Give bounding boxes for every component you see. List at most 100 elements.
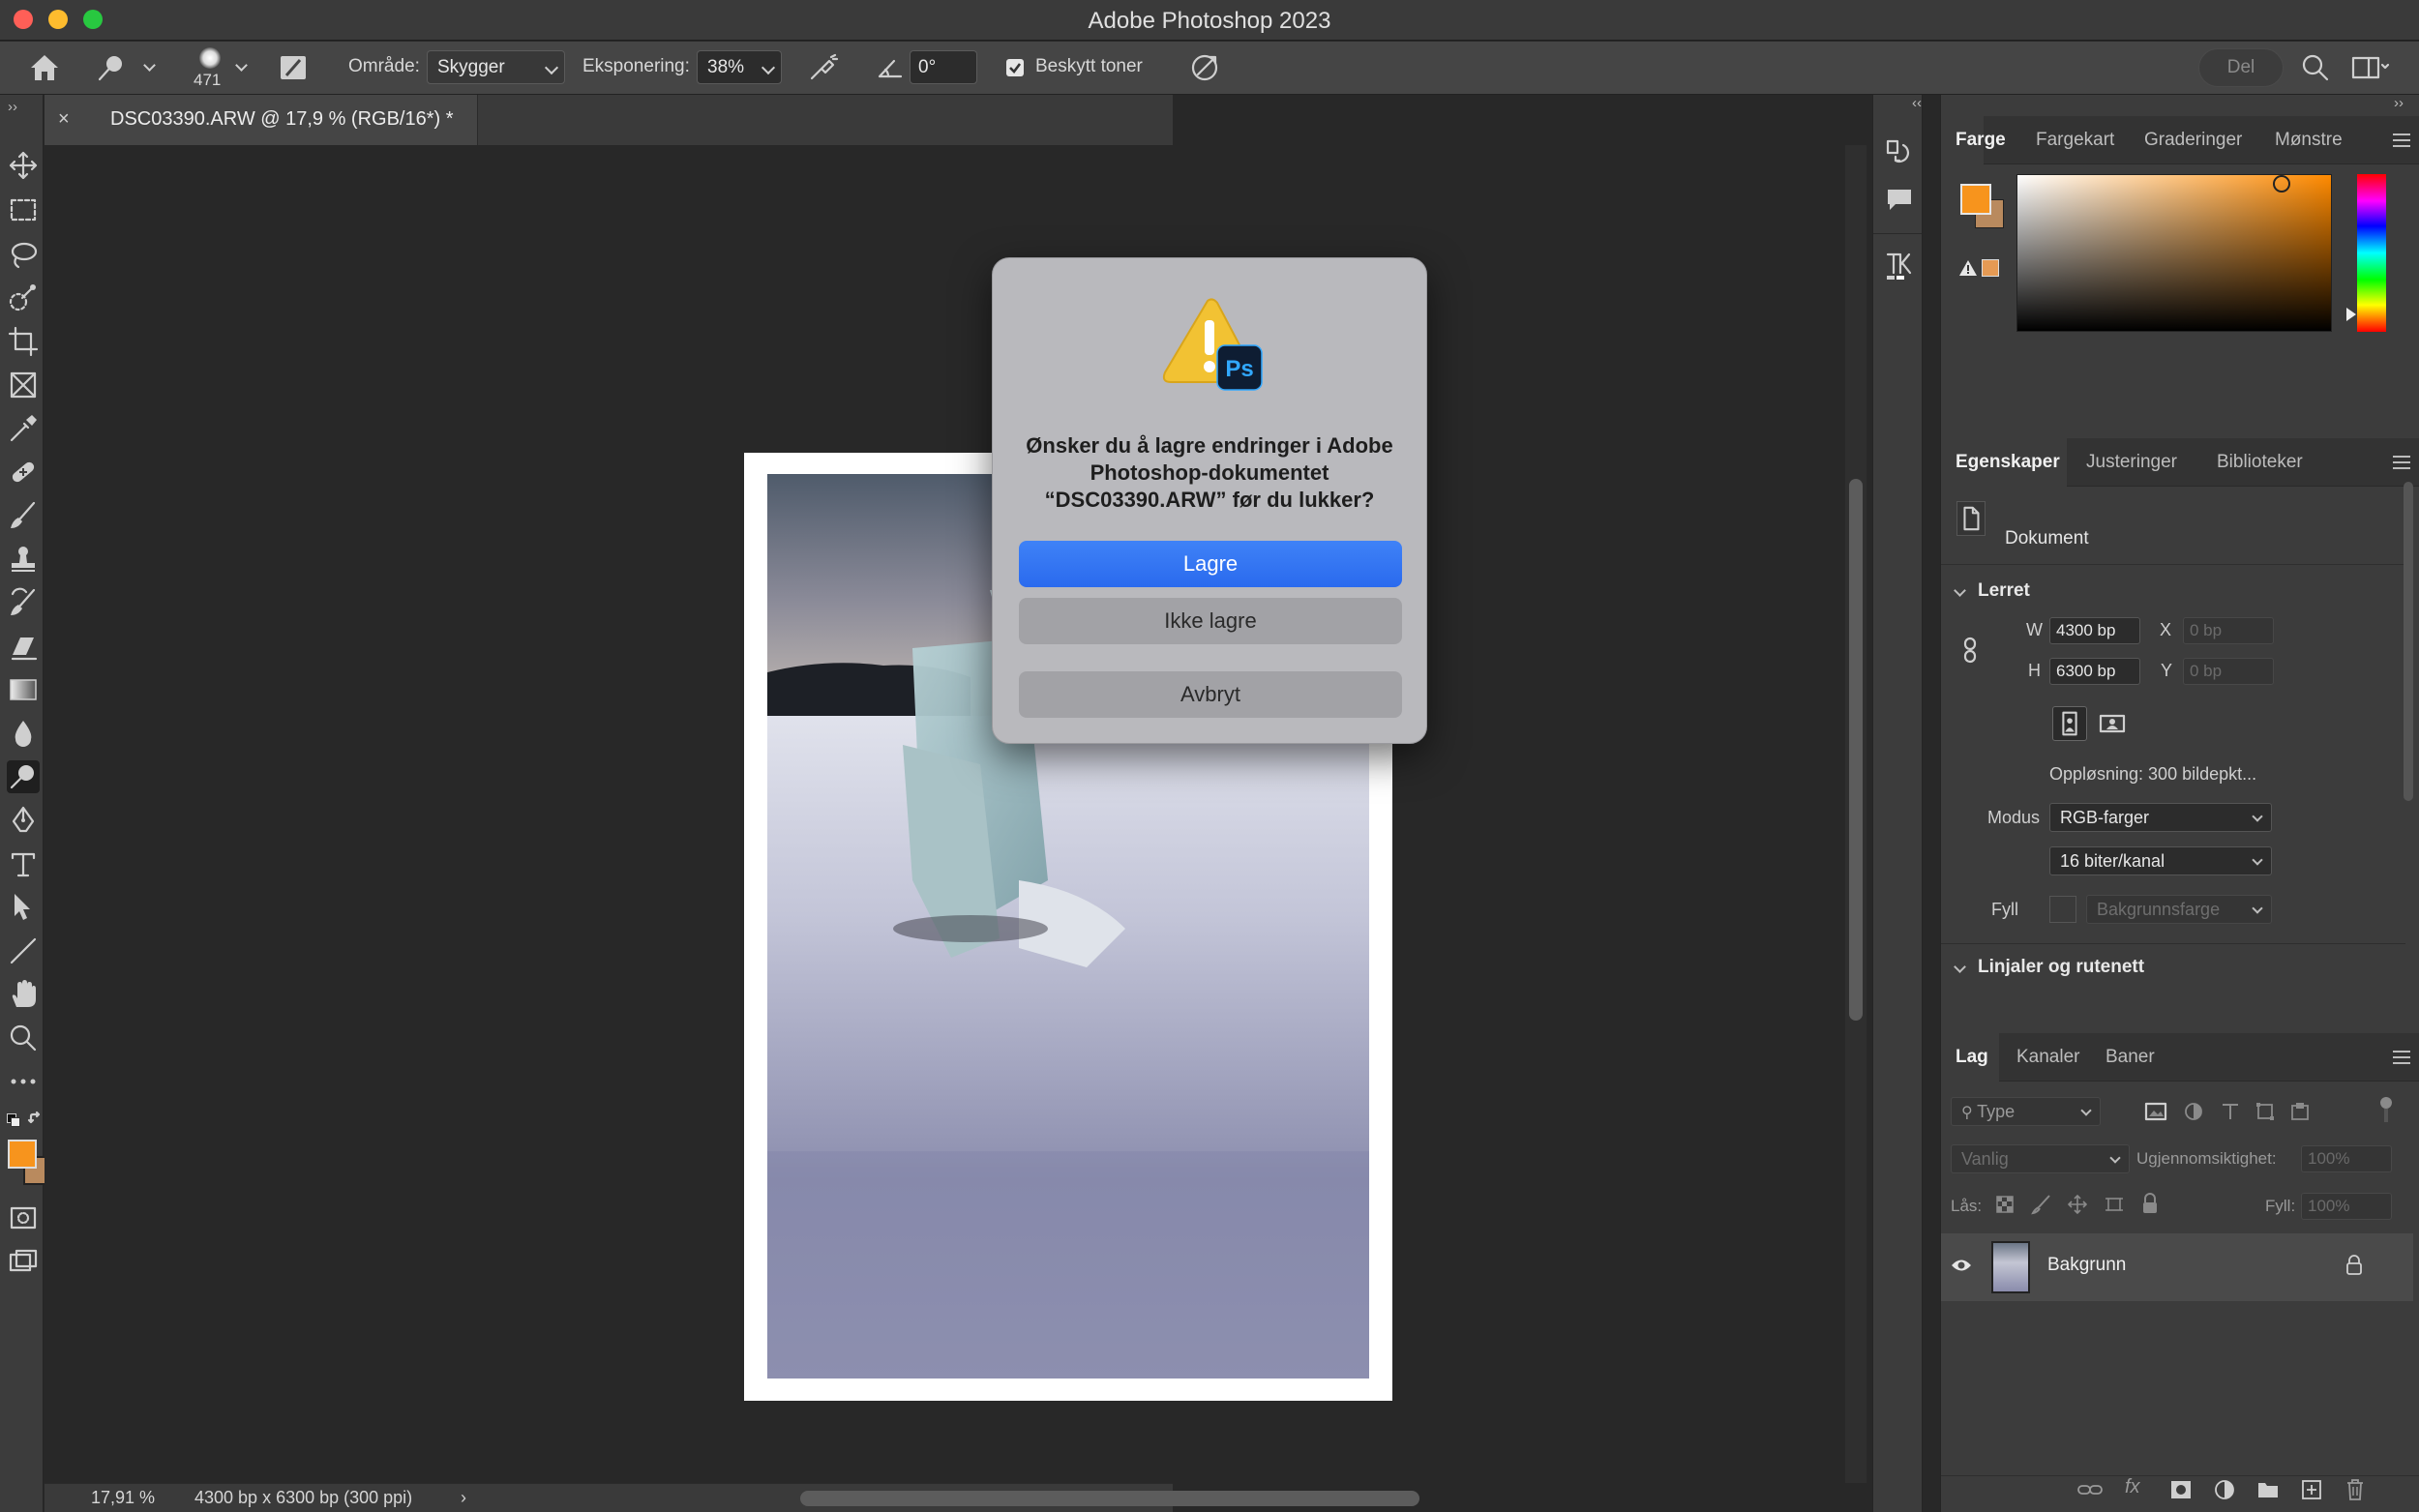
tab-gradients[interactable]: Graderinger [2144, 130, 2242, 151]
crop-tool-icon[interactable] [7, 325, 40, 358]
color-field[interactable] [2016, 174, 2332, 332]
quick-selection-tool-icon[interactable] [7, 282, 40, 314]
tab-patterns[interactable]: Mønstre [2275, 130, 2343, 151]
dodge-tool-icon[interactable] [7, 760, 40, 793]
lock-pixels-icon[interactable] [2030, 1194, 2051, 1215]
eye-icon[interactable] [1951, 1257, 1972, 1274]
collapse-strip-icon[interactable]: ‹‹ [1912, 95, 1922, 111]
document-info[interactable]: 4300 bp x 6300 bp (300 ppi) [194, 1488, 412, 1508]
screen-mode-icon[interactable] [7, 1246, 40, 1279]
airbrush-icon[interactable] [808, 53, 839, 82]
gamut-color-swatch[interactable] [1982, 259, 1999, 277]
lock-position-icon[interactable] [2067, 1194, 2088, 1215]
vertical-scroll-thumb[interactable] [1849, 479, 1863, 1021]
x-field[interactable]: 0 bp [2183, 617, 2274, 644]
tab-channels[interactable]: Kanaler [2016, 1047, 2080, 1068]
foreground-color-swatch[interactable] [1960, 184, 1991, 215]
healing-brush-tool-icon[interactable] [7, 456, 40, 489]
brush-tool-icon[interactable] [7, 499, 40, 532]
clone-stamp-tool-icon[interactable] [7, 543, 40, 576]
blur-tool-icon[interactable] [7, 717, 40, 750]
new-group-icon[interactable] [2256, 1480, 2280, 1499]
collapse-panels-icon[interactable]: ›› [2394, 95, 2404, 111]
new-layer-icon[interactable] [2301, 1479, 2322, 1500]
fill-select[interactable]: Bakgrunnsfarge [2086, 895, 2272, 924]
quick-mask-icon[interactable] [7, 1201, 40, 1234]
filter-adjustment-icon[interactable] [2183, 1101, 2204, 1122]
bit-depth-select[interactable]: 16 biter/kanal [2049, 846, 2272, 875]
brush-settings-icon[interactable] [279, 53, 308, 82]
eraser-tool-icon[interactable] [7, 630, 40, 663]
opacity-field[interactable]: 100% [2301, 1145, 2392, 1172]
foreground-color-swatch[interactable] [8, 1140, 37, 1169]
lock-artboard-icon[interactable] [2104, 1194, 2125, 1215]
hue-slider-handle[interactable] [2346, 308, 2356, 321]
pressure-size-icon[interactable] [1188, 51, 1221, 84]
move-tool-icon[interactable] [7, 149, 40, 182]
blend-mode-select[interactable]: Vanlig [1951, 1144, 2130, 1173]
home-icon[interactable] [29, 53, 60, 82]
filter-type-icon[interactable] [2220, 1101, 2241, 1122]
chevron-down-icon[interactable] [1954, 961, 1966, 973]
link-layers-icon[interactable] [2076, 1479, 2104, 1500]
properties-scrollbar[interactable] [2404, 482, 2413, 801]
comments-icon[interactable] [1886, 187, 1913, 212]
eyedropper-tool-icon[interactable] [7, 412, 40, 445]
color-picker-ring[interactable] [2273, 175, 2290, 193]
layer-effects-icon[interactable]: fx [2125, 1476, 2140, 1498]
width-field[interactable]: 4300 bp [2049, 617, 2140, 644]
mode-select[interactable]: RGB-farger [2049, 803, 2272, 832]
layer-filter-select[interactable]: ⚲ Type [1951, 1097, 2101, 1126]
chevron-right-icon[interactable]: › [461, 1488, 466, 1508]
pen-tool-icon[interactable] [7, 804, 40, 837]
rulers-grid-section-title[interactable]: Linjaler og rutenett [1978, 957, 2144, 978]
workspace-icon[interactable] [2351, 55, 2390, 80]
tab-color[interactable]: Farge [1956, 130, 2006, 151]
layer-row[interactable]: Bakgrunn [1941, 1233, 2413, 1301]
height-field[interactable]: 6300 bp [2049, 658, 2140, 685]
y-field[interactable]: 0 bp [2183, 658, 2274, 685]
filter-toggle-switch[interactable] [2378, 1097, 2394, 1122]
layer-lock-icon[interactable] [2345, 1255, 2363, 1276]
fill-opacity-field[interactable]: 100% [2301, 1193, 2392, 1220]
type-tool-icon[interactable] [7, 847, 40, 880]
default-colors-icon[interactable] [7, 1113, 20, 1127]
tab-properties[interactable]: Egenskaper [1956, 452, 2060, 473]
hand-tool-icon[interactable] [7, 978, 40, 1011]
brush-preset-picker[interactable]: 471 [189, 44, 256, 92]
add-mask-icon[interactable] [2169, 1479, 2193, 1500]
tab-swatches[interactable]: Fargekart [2036, 130, 2114, 151]
cancel-button[interactable]: Avbryt [1019, 671, 1402, 718]
more-tools-icon[interactable] [7, 1065, 40, 1098]
filter-shape-icon[interactable] [2255, 1101, 2276, 1122]
expand-toolbar-icon[interactable]: ›› [8, 99, 17, 115]
adjustment-layer-icon[interactable] [2214, 1479, 2235, 1500]
angle-field[interactable]: 0° [910, 50, 977, 84]
fill-color-swatch[interactable] [2049, 896, 2076, 923]
vertical-scrollbar[interactable] [1845, 145, 1867, 1483]
panel-menu-icon[interactable] [2393, 1051, 2410, 1064]
landscape-orientation-icon[interactable] [2096, 708, 2129, 739]
range-select[interactable]: Skygger [427, 50, 565, 84]
link-icon[interactable] [1962, 637, 1978, 664]
tool-preset-picker[interactable] [85, 49, 163, 86]
gradient-tool-icon[interactable] [7, 673, 40, 706]
zoom-tool-icon[interactable] [7, 1022, 40, 1054]
panel-menu-icon[interactable] [2393, 133, 2410, 147]
history-icon[interactable] [1886, 139, 1913, 168]
share-button[interactable]: Del [2198, 48, 2284, 87]
character-styles-icon[interactable] [1885, 250, 1914, 282]
filter-pixel-icon[interactable] [2144, 1101, 2167, 1122]
zoom-level[interactable]: 17,91 % [91, 1488, 155, 1508]
close-tab-icon[interactable]: × [58, 108, 70, 131]
canvas-section-title[interactable]: Lerret [1978, 580, 2030, 602]
tab-paths[interactable]: Baner [2105, 1047, 2155, 1068]
search-icon[interactable] [2301, 53, 2330, 82]
lasso-tool-icon[interactable] [7, 238, 40, 271]
exposure-field[interactable]: 38% [697, 50, 782, 84]
lock-transparent-icon[interactable] [1994, 1194, 2016, 1215]
save-button[interactable]: Lagre [1019, 541, 1402, 587]
history-brush-tool-icon[interactable] [7, 586, 40, 619]
chevron-down-icon[interactable] [1954, 584, 1966, 597]
document-tab[interactable]: × DSC03390.ARW @ 17,9 % (RGB/16*) * [45, 95, 478, 145]
